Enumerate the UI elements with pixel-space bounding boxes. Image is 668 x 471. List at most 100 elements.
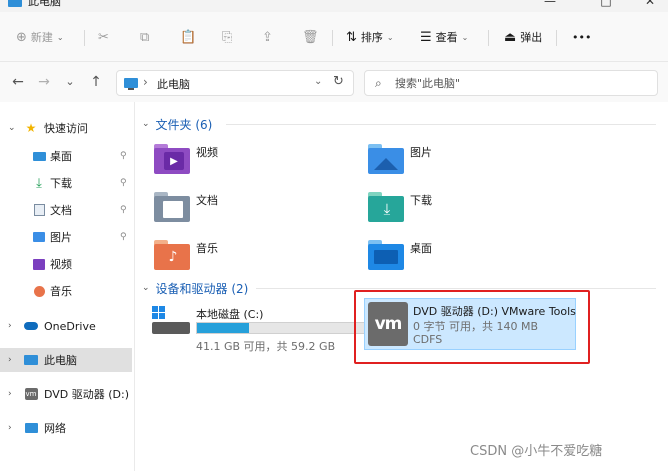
- navigation-bar: ← → ⌄ ↑ › 此电脑 ⌄ ↻ ⌕: [0, 62, 668, 102]
- sidebar-item-label: 此电脑: [44, 354, 77, 367]
- chevron-right-icon[interactable]: ›: [8, 389, 12, 399]
- copy-button[interactable]: ⧉: [140, 26, 153, 48]
- drives-group-header[interactable]: ⌄ 设备和驱动器 (2): [142, 278, 248, 298]
- sidebar-item-label: 图片: [50, 231, 72, 244]
- paste-button[interactable]: 📋: [180, 26, 200, 48]
- folder-desktop[interactable]: 桌面: [368, 238, 558, 278]
- drive-c[interactable]: 本地磁盘 (C:) 41.1 GB 可用，共 59.2 GB: [152, 306, 372, 354]
- folder-music[interactable]: ♪ 音乐: [154, 238, 344, 278]
- cut-icon: ✂: [98, 29, 109, 45]
- folder-videos[interactable]: ▶ 视频: [154, 142, 344, 182]
- search-input[interactable]: [395, 75, 645, 91]
- music-icon: [32, 285, 46, 297]
- divider: [488, 30, 489, 46]
- sidebar-item-label: 音乐: [50, 285, 72, 298]
- document-icon: [32, 204, 46, 216]
- recent-locations-button[interactable]: ⌄: [62, 74, 78, 90]
- search-box[interactable]: ⌕: [364, 70, 658, 96]
- sidebar-item-label: DVD 驱动器 (D:) VMware Tools: [44, 388, 132, 401]
- sidebar-item-onedrive[interactable]: › OneDrive: [0, 314, 132, 338]
- video-icon: [32, 258, 46, 270]
- folder-label: 音乐: [196, 242, 218, 255]
- breadcrumb-separator: ›: [143, 75, 148, 89]
- view-label: 查看: [435, 31, 458, 44]
- sort-icon: ⇅: [346, 29, 357, 45]
- address-dropdown-button[interactable]: ⌄: [314, 76, 322, 87]
- maximize-button[interactable]: □: [596, 0, 616, 9]
- vmware-icon: vm: [24, 388, 38, 400]
- chevron-down-icon: ⌄: [142, 283, 150, 293]
- sidebar-item-videos[interactable]: 视频: [0, 252, 132, 276]
- this-pc-icon: [124, 78, 138, 90]
- up-button[interactable]: ↑: [88, 74, 104, 90]
- documents-folder-icon: [154, 190, 190, 222]
- pictures-folder-icon: [368, 142, 404, 174]
- network-icon: [24, 422, 38, 434]
- rename-button[interactable]: ⎘: [222, 26, 236, 48]
- group-title: 设备和驱动器 (2): [155, 281, 249, 296]
- back-button[interactable]: ←: [10, 74, 26, 90]
- sidebar-item-quick-access[interactable]: ⌄ ★ 快速访问: [0, 116, 132, 140]
- chevron-down-icon[interactable]: ⌄: [8, 123, 16, 133]
- view-icon: ☰: [420, 29, 432, 45]
- sidebar-item-network[interactable]: › 网络: [0, 416, 132, 440]
- view-button[interactable]: ☰ 查看 ⌄: [420, 26, 468, 48]
- sidebar-item-downloads[interactable]: ⤓ 下载 ⚲: [0, 171, 132, 195]
- command-bar: ⊕ 新建 ⌄ ✂ ⧉ 📋 ⎘ ⇪ 🗑 ⇅ 排序 ⌄ ☰ 查看 ⌄ ⏏ 弹出 ••…: [0, 12, 668, 62]
- minimize-button[interactable]: —: [540, 0, 560, 9]
- folder-pictures[interactable]: 图片: [368, 142, 558, 182]
- desktop-folder-icon: [368, 238, 404, 270]
- delete-button[interactable]: 🗑: [302, 26, 323, 48]
- desktop-icon: [32, 150, 46, 162]
- sidebar-item-desktop[interactable]: 桌面 ⚲: [0, 144, 132, 168]
- navigation-pane: ⌄ ★ 快速访问 桌面 ⚲ ⤓ 下载 ⚲ 文档 ⚲ 图片 ⚲ 视频 音乐 › O…: [0, 102, 135, 471]
- star-icon: ★: [25, 121, 37, 135]
- window-title: 此电脑: [28, 0, 61, 8]
- refresh-button[interactable]: ↻: [333, 74, 344, 89]
- video-folder-icon: ▶: [154, 142, 190, 174]
- title-bar: 此电脑 — □ ✕: [0, 0, 668, 12]
- chevron-down-icon: ⌄: [386, 32, 394, 42]
- group-title: 文件夹 (6): [155, 117, 213, 132]
- folder-downloads[interactable]: ⤓ 下载: [368, 190, 558, 230]
- new-label: 新建: [30, 31, 53, 44]
- this-pc-icon: [24, 354, 38, 366]
- sidebar-item-label: 快速访问: [44, 122, 88, 135]
- new-button[interactable]: ⊕ 新建 ⌄: [16, 26, 64, 48]
- sidebar-item-dvd-drive[interactable]: › vm DVD 驱动器 (D:) VMware Tools: [0, 382, 132, 406]
- close-button[interactable]: ✕: [640, 0, 660, 9]
- chevron-right-icon[interactable]: ›: [8, 423, 12, 433]
- folders-group-header[interactable]: ⌄ 文件夹 (6): [142, 114, 212, 134]
- forward-button[interactable]: →: [36, 74, 52, 90]
- divider: [332, 30, 333, 46]
- rename-icon: ⎘: [222, 29, 233, 45]
- sidebar-item-label: 桌面: [50, 150, 72, 163]
- sidebar-item-this-pc[interactable]: › 此电脑: [0, 348, 132, 372]
- folder-documents[interactable]: 文档: [154, 190, 344, 230]
- sort-button[interactable]: ⇅ 排序 ⌄: [346, 26, 394, 48]
- cut-button[interactable]: ✂: [98, 26, 113, 48]
- drive-usage-bar: [196, 322, 368, 334]
- folder-label: 文档: [196, 194, 218, 207]
- chevron-down-icon: ⌄: [56, 32, 64, 42]
- watermark: CSDN @小牛不爱吃糖: [470, 444, 603, 459]
- paste-icon: 📋: [180, 29, 197, 45]
- content-pane: ⌄ 文件夹 (6) ▶ 视频 图片 文档 ⤓ 下载 ♪ 音乐 桌面 ⌄ 设备和驱…: [136, 102, 668, 471]
- sidebar-item-pictures[interactable]: 图片 ⚲: [0, 225, 132, 249]
- sidebar-item-documents[interactable]: 文档 ⚲: [0, 198, 132, 222]
- sidebar-item-music[interactable]: 音乐: [0, 279, 132, 303]
- address-bar[interactable]: › 此电脑 ⌄ ↻: [116, 70, 354, 96]
- sidebar-item-label: OneDrive: [44, 319, 96, 333]
- divider: [556, 30, 557, 46]
- eject-button[interactable]: ⏏ 弹出: [504, 26, 542, 48]
- drive-usage-fill: [197, 323, 250, 333]
- chevron-right-icon[interactable]: ›: [8, 321, 12, 331]
- more-options-button[interactable]: •••: [572, 26, 591, 48]
- chevron-right-icon[interactable]: ›: [8, 355, 12, 365]
- music-folder-icon: ♪: [154, 238, 190, 270]
- this-pc-icon: [8, 0, 22, 7]
- share-button[interactable]: ⇪: [262, 26, 277, 48]
- breadcrumb-this-pc[interactable]: 此电脑: [157, 76, 190, 92]
- pin-icon: ⚲: [120, 205, 127, 215]
- download-icon: ⤓: [36, 175, 42, 191]
